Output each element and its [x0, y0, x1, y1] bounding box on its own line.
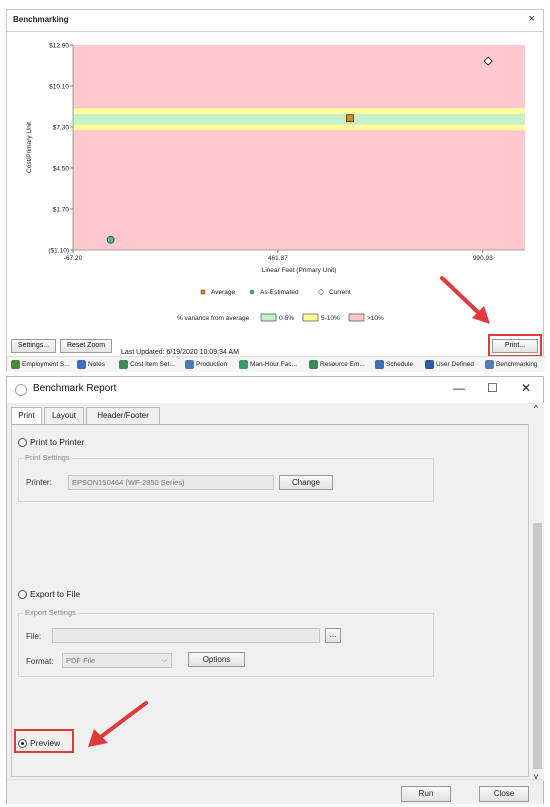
y-tick-label: $10.10: [49, 84, 69, 91]
bottom-tab-strip: Employment S... Notes Cost Item Set... Prod…: [7, 356, 545, 372]
variance-swatch: [348, 313, 365, 322]
report-footer: Run Close: [7, 779, 543, 804]
arrow-to-print: [440, 276, 490, 324]
print-highlight-box: [488, 334, 542, 357]
as-estimated-point: [106, 235, 115, 244]
x-tick-label: -67.20: [64, 255, 83, 262]
file-label: File:: [26, 632, 42, 641]
variance-label: 0-5%: [279, 315, 294, 322]
printer-field: EPSON150464 (WF-2850 Series): [68, 475, 274, 490]
bottom-tab-0[interactable]: Employment S...: [11, 360, 70, 369]
tab-print[interactable]: Print: [11, 407, 42, 425]
schedule-icon: [375, 360, 384, 369]
export-settings-group: Export Settings File: ... Format: PDF Fi…: [18, 608, 434, 677]
format-select[interactable]: PDF File ⌵: [62, 653, 172, 668]
variance-swatch: [260, 313, 277, 322]
close-button[interactable]: Close: [479, 786, 529, 802]
arrow-to-preview: [88, 701, 148, 747]
bottom-tab-label: User Defined: [436, 361, 474, 368]
variance-swatch: [302, 313, 319, 322]
variance-label: 5-10%: [321, 315, 340, 322]
y-axis-label: Cost/Primary Unit: [26, 122, 33, 173]
plot-background: [73, 45, 525, 250]
production-icon: [185, 360, 194, 369]
y-tick-label: $12.90: [49, 43, 69, 50]
cost-item-icon: [119, 360, 128, 369]
legend-average-marker: [200, 289, 206, 295]
export-to-file-label: Export to File: [30, 589, 81, 599]
variance-label: >10%: [367, 315, 384, 322]
close-window-icon[interactable]: ✕: [521, 381, 531, 395]
man-hour-icon: [239, 360, 248, 369]
y-tick-label: $1.70: [53, 207, 70, 214]
y-tick-label: $7.30: [53, 125, 70, 132]
bottom-tab-label: Man-Hour Fac...: [250, 361, 297, 368]
y-tick-label: ($1.10): [48, 248, 69, 255]
x-tick-label: 461.87: [268, 255, 288, 262]
notes-icon: [77, 360, 86, 369]
bottom-tab-1[interactable]: Notes: [77, 360, 105, 369]
bottom-tab-label: Employment S...: [22, 361, 70, 368]
print-settings-label: Print Settings: [23, 453, 72, 462]
preview-highlight-box: [14, 729, 74, 753]
format-label: Format:: [26, 657, 54, 666]
bottom-tab-label: Production: [196, 361, 228, 368]
file-field[interactable]: [52, 628, 320, 643]
export-settings-label: Export Settings: [23, 608, 78, 617]
tab-layout[interactable]: Layout: [44, 407, 84, 424]
bottom-tab-label: Resource Em...: [320, 361, 365, 368]
chevron-down-icon: ⌵: [161, 657, 167, 664]
resource-icon: [309, 360, 318, 369]
legend-as-estimated-marker: [249, 289, 255, 295]
variance-caption: % variance from average: [177, 315, 250, 322]
minimize-icon[interactable]: —: [453, 381, 465, 395]
bottom-tab-label: Benchmarking: [496, 361, 538, 368]
legend-series-label: Current: [329, 289, 351, 296]
maximize-icon[interactable]: ☐: [487, 381, 498, 395]
bottom-tab-4[interactable]: Man-Hour Fac...: [239, 360, 297, 369]
print-to-printer-label: Print to Printer: [30, 437, 85, 447]
bottom-tab-2[interactable]: Cost Item Set...: [119, 360, 175, 369]
tab-header-footer[interactable]: Header/Footer: [86, 407, 160, 424]
bottom-tab-7[interactable]: User Defined: [425, 360, 474, 369]
variance-band-green: [73, 113, 525, 125]
report-title-bar: Benchmark Report — ☐ ✕: [7, 377, 543, 403]
bottom-tab-8[interactable]: Benchmarking: [485, 360, 538, 369]
legend-series-label: Average: [211, 289, 235, 296]
report-title: Benchmark Report: [33, 383, 117, 394]
vertical-scrollbar[interactable]: ^ v: [531, 403, 544, 781]
change-button[interactable]: Change: [279, 475, 333, 490]
last-updated-text: Last Updated: 6/19/2020 10:09:34 AM: [121, 349, 239, 356]
scroll-thumb[interactable]: [533, 523, 542, 769]
run-button[interactable]: Run: [401, 786, 451, 802]
bottom-tab-label: Schedule: [386, 361, 414, 368]
settings-button[interactable]: Settings...: [11, 339, 56, 353]
bottom-tab-3[interactable]: Production: [185, 360, 227, 369]
benchmark-icon: [485, 360, 494, 369]
print-to-printer-radio[interactable]: Print to Printer: [18, 437, 84, 447]
print-settings-group: Print Settings Printer: EPSON150464 (WF-…: [18, 453, 434, 502]
radio-dot: [18, 437, 27, 447]
bottom-tab-label: Notes: [88, 361, 105, 368]
scroll-up-icon[interactable]: ^: [534, 404, 538, 413]
radio-dot: [18, 589, 27, 599]
browse-button[interactable]: ...: [325, 628, 341, 643]
reset-zoom-button[interactable]: Reset Zoom: [60, 339, 112, 353]
x-tick-label: 990.93: [473, 255, 493, 262]
printer-label: Printer:: [26, 478, 52, 487]
employment-icon: [11, 360, 20, 369]
x-axis-label: Linear Feet (Primary Unit): [262, 267, 337, 274]
legend-series-label: As-Estimated: [260, 289, 299, 296]
export-to-file-radio[interactable]: Export to File: [18, 589, 80, 599]
user-icon: [425, 360, 434, 369]
options-button[interactable]: Options: [188, 652, 245, 667]
app-icon: [15, 384, 27, 396]
bottom-tab-label: Cost Item Set...: [130, 361, 175, 368]
y-tick-label: $4.50: [53, 166, 70, 173]
format-value: PDF File: [66, 656, 96, 665]
average-point: [346, 114, 354, 123]
bottom-tab-5[interactable]: Resource Em...: [309, 360, 365, 369]
legend-current-marker: [318, 288, 324, 296]
bottom-tab-6[interactable]: Schedule: [375, 360, 413, 369]
